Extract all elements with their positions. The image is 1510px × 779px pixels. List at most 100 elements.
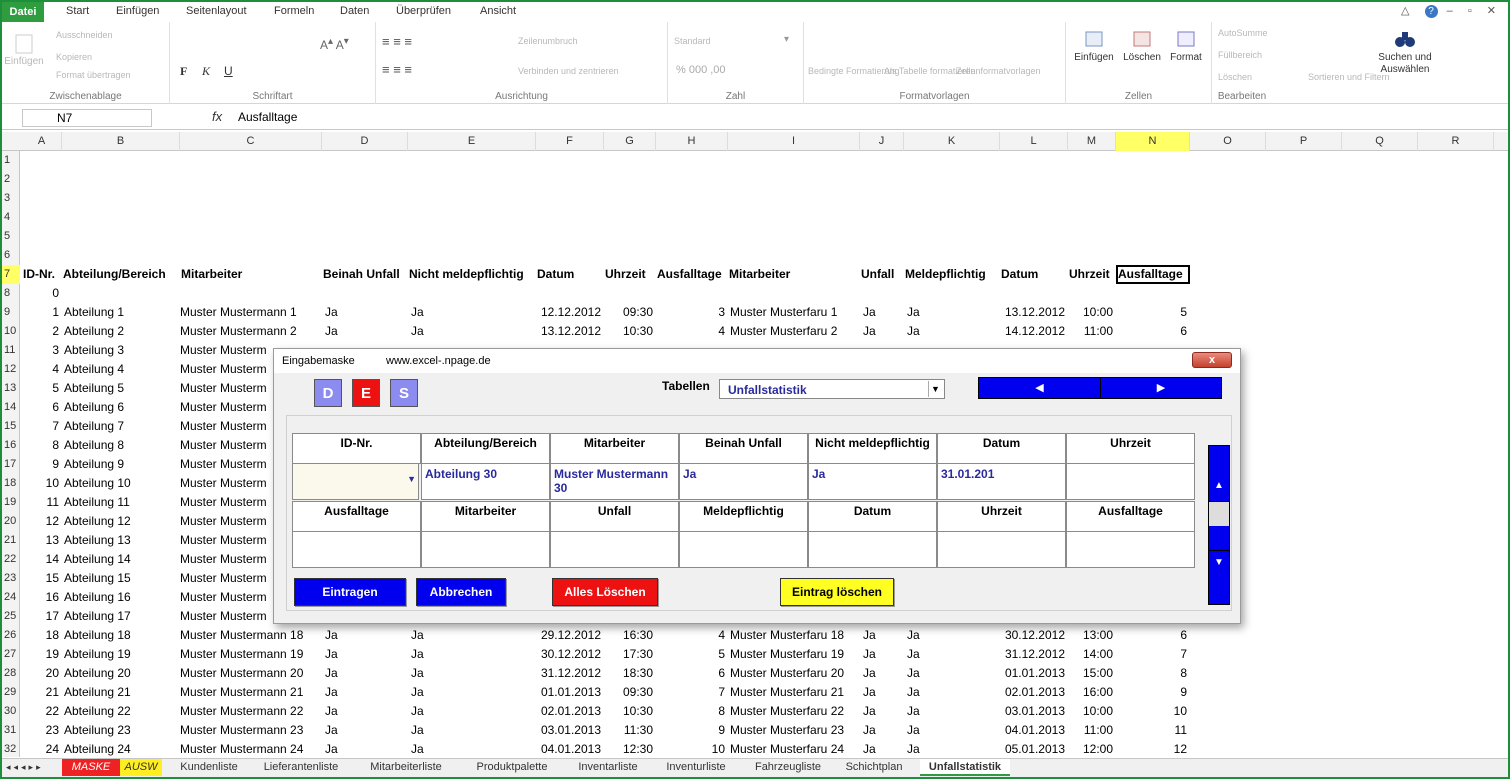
date-cell[interactable]: 29.12.2012 [536, 626, 604, 645]
department-cell[interactable]: Abteilung 14 [64, 550, 182, 569]
id-cell[interactable]: 18 [22, 626, 62, 645]
sheet-tab-fahrzeugliste[interactable]: Fahrzeugliste [750, 759, 826, 776]
window-controls[interactable]: △ ? – ▫ ✕ [1401, 4, 1502, 18]
reportable-cell[interactable]: Ja [907, 626, 1003, 645]
chevron-down-icon[interactable]: ▼ [407, 474, 416, 484]
id-cell[interactable]: 10 [22, 474, 62, 493]
id-cell[interactable]: 1 [22, 303, 62, 322]
not-reportable-cell[interactable]: Ja [411, 721, 539, 740]
department-cell[interactable]: Abteilung 7 [64, 417, 182, 436]
lost-days2-cell[interactable]: 10 [1116, 702, 1190, 721]
lost-days2-cell[interactable]: 11 [1116, 721, 1190, 740]
header-cell-a[interactable]: ID-Nr. [23, 265, 63, 284]
reportable-cell[interactable]: Ja [907, 303, 1003, 322]
sheet-tab-schichtplan[interactable]: Schichtplan [840, 759, 908, 776]
column-header-f[interactable]: F [536, 132, 604, 151]
time2-cell[interactable]: 11:00 [1068, 322, 1116, 341]
employee-cell[interactable]: Muster Mustermann 20 [180, 664, 322, 683]
department-cell[interactable]: Abteilung 9 [64, 455, 182, 474]
sheet-tab-inventurliste[interactable]: Inventurliste [660, 759, 732, 776]
column-header-c[interactable]: C [180, 132, 322, 151]
header-cell-i[interactable]: Mitarbeiter [729, 265, 861, 284]
dialog-scrollbar[interactable]: ▲ ▼ [1208, 445, 1230, 605]
close-icon[interactable]: ✕ [1487, 5, 1502, 17]
lost-days-cell[interactable]: 9 [656, 721, 728, 740]
accident-cell[interactable]: Ja [863, 740, 907, 759]
department-cell[interactable]: Abteilung 12 [64, 512, 182, 531]
near-miss-cell[interactable]: Ja [325, 664, 411, 683]
employee-cell[interactable]: Muster Mustermann 21 [180, 683, 322, 702]
cell-styles-button[interactable]: Zellenformatvorlagen [956, 66, 1041, 76]
employee2-cell[interactable]: Muster Musterfaru 21 [730, 683, 862, 702]
grid-input-cell[interactable] [808, 531, 937, 568]
employee2-cell[interactable]: Muster Musterfaru 19 [730, 645, 862, 664]
scroll-up-button[interactable]: ▲ [1209, 446, 1229, 502]
lost-days-cell[interactable]: 6 [656, 664, 728, 683]
id-cell[interactable]: 16 [22, 588, 62, 607]
near-miss-cell[interactable]: Ja [325, 721, 411, 740]
tab-review[interactable]: Überprüfen [396, 5, 451, 17]
employee-cell[interactable]: Muster Mustermann 19 [180, 645, 322, 664]
sheet-tab-produktpalette[interactable]: Produktpalette [468, 759, 556, 776]
id-cell[interactable]: 9 [22, 455, 62, 474]
tab-file[interactable]: Datei [2, 2, 44, 22]
column-header-b[interactable]: B [62, 132, 180, 151]
chevron-down-icon[interactable]: ▾ [784, 34, 789, 45]
tab-view[interactable]: Ansicht [480, 5, 516, 17]
id-cell[interactable]: 15 [22, 569, 62, 588]
lost-days2-cell[interactable]: 5 [1116, 303, 1190, 322]
cut-button[interactable]: Ausschneiden [56, 30, 113, 40]
minimize-ribbon-icon[interactable]: △ [1401, 5, 1415, 17]
reportable-cell[interactable]: Ja [907, 664, 1003, 683]
time2-cell[interactable]: 13:00 [1068, 626, 1116, 645]
sheet-tab-unfallstatistik[interactable]: Unfallstatistik [920, 759, 1010, 776]
employee-cell[interactable]: Muster Mustermann 24 [180, 740, 322, 759]
reportable-cell[interactable]: Ja [907, 721, 1003, 740]
employee2-cell[interactable]: Muster Musterfaru 20 [730, 664, 862, 683]
employee2-cell[interactable]: Muster Musterfaru 23 [730, 721, 862, 740]
id-cell[interactable]: 4 [22, 360, 62, 379]
column-header-l[interactable]: L [1000, 132, 1068, 151]
sheet-tab-inventarliste[interactable]: Inventarliste [572, 759, 644, 776]
italic-icon[interactable]: K [202, 64, 210, 79]
id-cell[interactable]: 22 [22, 702, 62, 721]
tab-page-layout[interactable]: Seitenlayout [186, 5, 247, 17]
accident-cell[interactable]: Ja [863, 322, 907, 341]
date-cell[interactable]: 13.12.2012 [536, 322, 604, 341]
employee-cell[interactable]: Muster Mustermann 2 [180, 322, 322, 341]
nav-next-button[interactable]: ▶ [1101, 378, 1221, 398]
time-cell[interactable]: 11:30 [604, 721, 656, 740]
near-miss-cell[interactable]: Ja [325, 645, 411, 664]
reportable-cell[interactable]: Ja [907, 702, 1003, 721]
near-miss-cell[interactable]: Ja [325, 740, 411, 759]
autosum-button[interactable]: AutoSumme [1218, 28, 1268, 38]
header-cell-d[interactable]: Beinah Unfall [323, 265, 409, 284]
employee-cell[interactable]: Muster Mustermann 22 [180, 702, 322, 721]
column-header-i[interactable]: I [728, 132, 860, 151]
not-reportable-cell[interactable]: Ja [411, 626, 539, 645]
department-cell[interactable]: Abteilung 1 [64, 303, 182, 322]
employee2-cell[interactable]: Muster Musterfaru 2 [730, 322, 862, 341]
fill-button[interactable]: Füllbereich [1218, 50, 1262, 60]
name-box[interactable]: N7 [22, 109, 152, 127]
id-cell[interactable]: 0 [22, 284, 62, 303]
not-reportable-cell[interactable]: Ja [411, 702, 539, 721]
time-cell[interactable]: 10:30 [604, 702, 656, 721]
grid-input-cell[interactable]: Ja [808, 463, 937, 500]
percent-icon[interactable]: % 000 ,00 [676, 64, 726, 76]
merge-center-button[interactable]: Verbinden und zentrieren [518, 66, 619, 76]
department-cell[interactable]: Abteilung 23 [64, 721, 182, 740]
date2-cell[interactable]: 13.12.2012 [1000, 303, 1068, 322]
accident-cell[interactable]: Ja [863, 702, 907, 721]
header-cell-f[interactable]: Datum [537, 265, 605, 284]
date-cell[interactable]: 04.01.2013 [536, 740, 604, 759]
id-cell[interactable]: 7 [22, 417, 62, 436]
header-cell-e[interactable]: Nicht meldepflichtig [409, 265, 537, 284]
date2-cell[interactable]: 30.12.2012 [1000, 626, 1068, 645]
grid-input-cell[interactable] [292, 531, 421, 568]
tab-data[interactable]: Daten [340, 5, 369, 17]
not-reportable-cell[interactable]: Ja [411, 645, 539, 664]
id-cell[interactable]: 2 [22, 322, 62, 341]
lost-days2-cell[interactable]: 12 [1116, 740, 1190, 759]
id-cell[interactable]: 19 [22, 645, 62, 664]
